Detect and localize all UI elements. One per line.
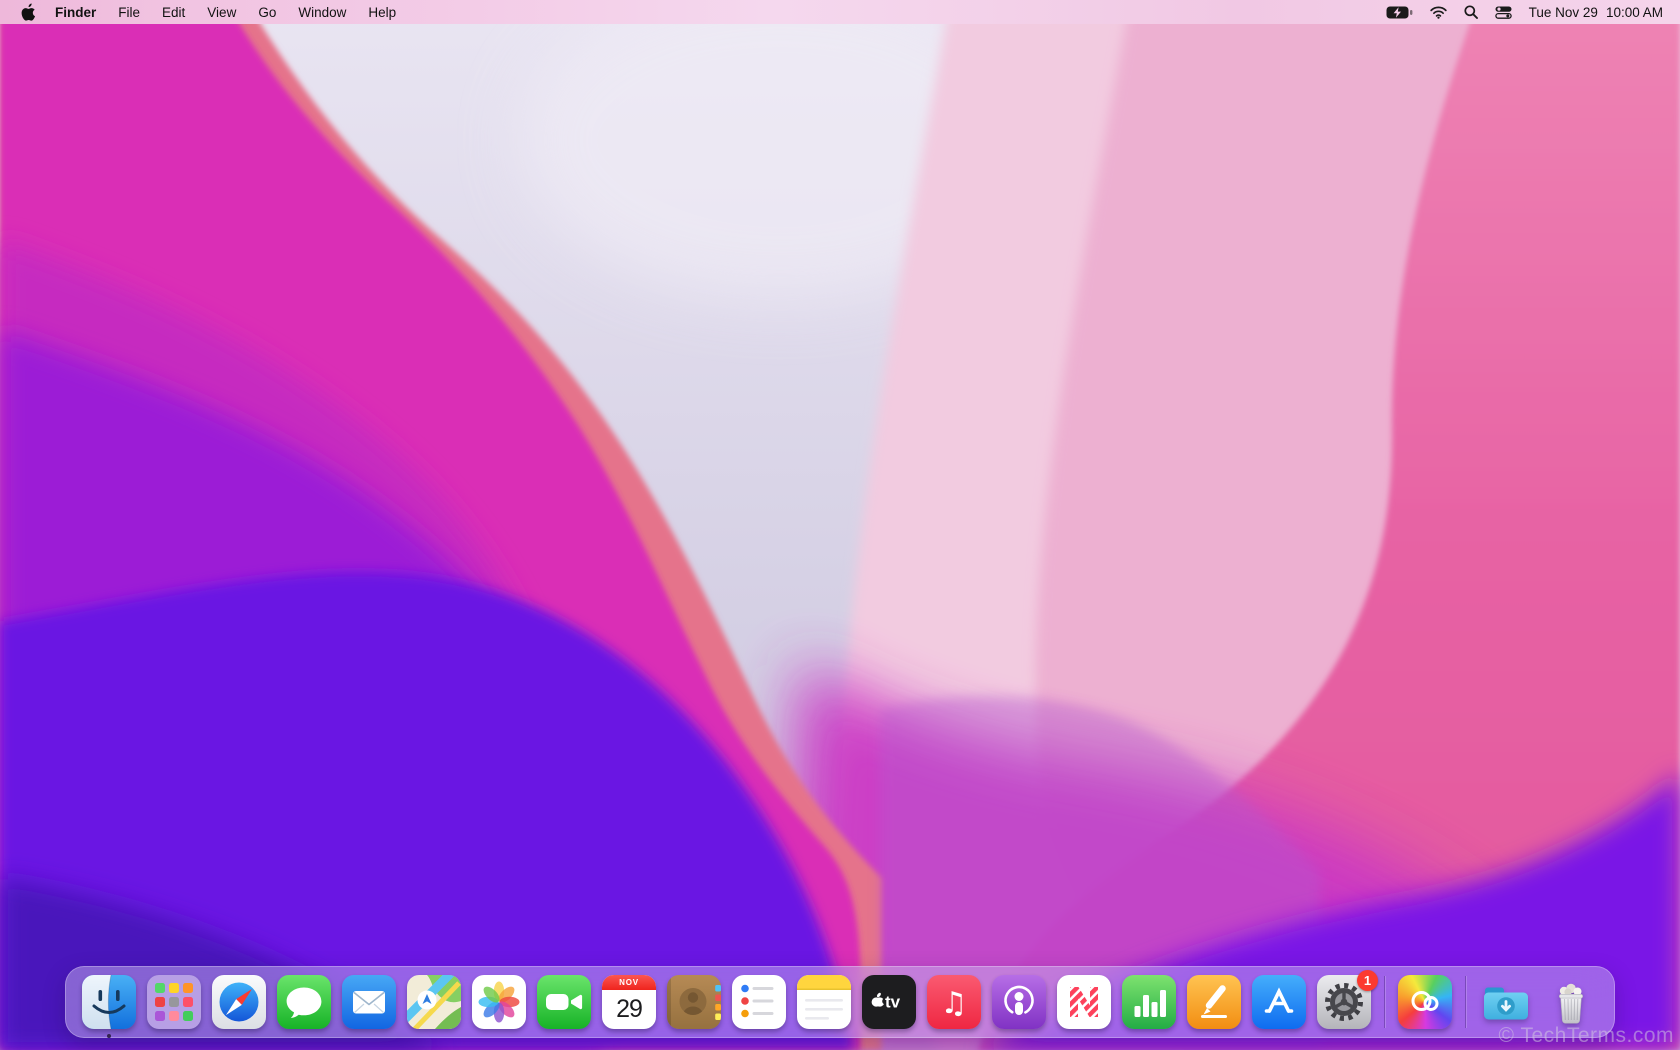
menubar-item-go[interactable]: Go [247, 0, 287, 24]
menubar-item-file[interactable]: File [107, 0, 151, 24]
apple-logo-icon [21, 3, 36, 21]
spotlight-search-icon [1464, 5, 1478, 19]
dock-item-calendar[interactable]: NOV 29 [602, 975, 656, 1029]
battery-charging-icon [1386, 6, 1413, 18]
dock-item-maps[interactable] [407, 975, 461, 1029]
dock-item-launchpad[interactable] [147, 975, 201, 1029]
dock-item-messages[interactable] [277, 975, 331, 1029]
menu-bar-left: Finder File Edit View Go Window Help [0, 0, 407, 24]
menubar-item-help[interactable]: Help [357, 0, 407, 24]
svg-text:tv: tv [885, 993, 901, 1012]
menubar-item-window[interactable]: Window [287, 0, 357, 24]
running-indicator [107, 1034, 111, 1038]
dock-item-facetime[interactable] [537, 975, 591, 1029]
dock-item-appstore[interactable] [1252, 975, 1306, 1029]
dock-item-finder[interactable] [82, 975, 136, 1038]
dock-item-tv[interactable]: tv [862, 975, 916, 1029]
dock-item-photos[interactable] [472, 975, 526, 1029]
notification-badge: 1 [1357, 970, 1378, 991]
menu-bar: Finder File Edit View Go Window Help Tue… [0, 0, 1680, 24]
monterey-wallpaper [0, 0, 1680, 1050]
dock-item-numbers[interactable] [1122, 975, 1176, 1029]
clock-date: Tue Nov 29 [1528, 4, 1598, 20]
dock-item-sysprefs[interactable]: 1 [1317, 970, 1378, 1029]
dock-item-creativecloud[interactable] [1398, 975, 1452, 1029]
calendar-month: NOV [602, 975, 656, 990]
dock-separator [1384, 976, 1385, 1028]
dock-item-podcasts[interactable] [992, 975, 1046, 1029]
clock-time: 10:00 AM [1605, 4, 1663, 20]
wifi-icon [1430, 6, 1447, 19]
control-center[interactable] [1494, 6, 1512, 19]
dock-item-pages[interactable] [1187, 975, 1241, 1029]
dock-item-music[interactable]: ♫ [927, 975, 981, 1029]
wifi-status[interactable] [1430, 6, 1447, 19]
dock-item-mail[interactable] [342, 975, 396, 1029]
menubar-item-edit[interactable]: Edit [151, 0, 196, 24]
menubar-menus: Finder File Edit View Go Window Help [44, 0, 407, 24]
dock-item-safari[interactable] [212, 975, 266, 1029]
dock-separator [1465, 976, 1466, 1028]
menu-bar-clock[interactable]: Tue Nov 29 10:00 AM [1529, 5, 1663, 20]
dock-item-contacts[interactable] [667, 975, 721, 1029]
spotlight-search[interactable] [1464, 5, 1478, 19]
apple-menu[interactable] [21, 3, 36, 21]
battery-status[interactable] [1386, 6, 1413, 19]
calendar-day: 29 [616, 995, 643, 1023]
dock-item-reminders[interactable] [732, 975, 786, 1029]
dock-item-news[interactable] [1057, 975, 1111, 1029]
dock-item-downloads[interactable] [1479, 975, 1533, 1029]
menubar-item-view[interactable]: View [196, 0, 247, 24]
menubar-item-finder[interactable]: Finder [44, 0, 107, 24]
dock-item-trash[interactable] [1544, 975, 1598, 1029]
control-center-icon [1494, 6, 1512, 19]
dock: NOV 29 tv ♫ 1 [65, 966, 1615, 1038]
svg-text:♫: ♫ [941, 986, 968, 1021]
dock-item-notes[interactable] [797, 975, 851, 1029]
desktop[interactable] [0, 0, 1680, 1050]
menu-bar-right: Tue Nov 29 10:00 AM [1386, 0, 1680, 24]
